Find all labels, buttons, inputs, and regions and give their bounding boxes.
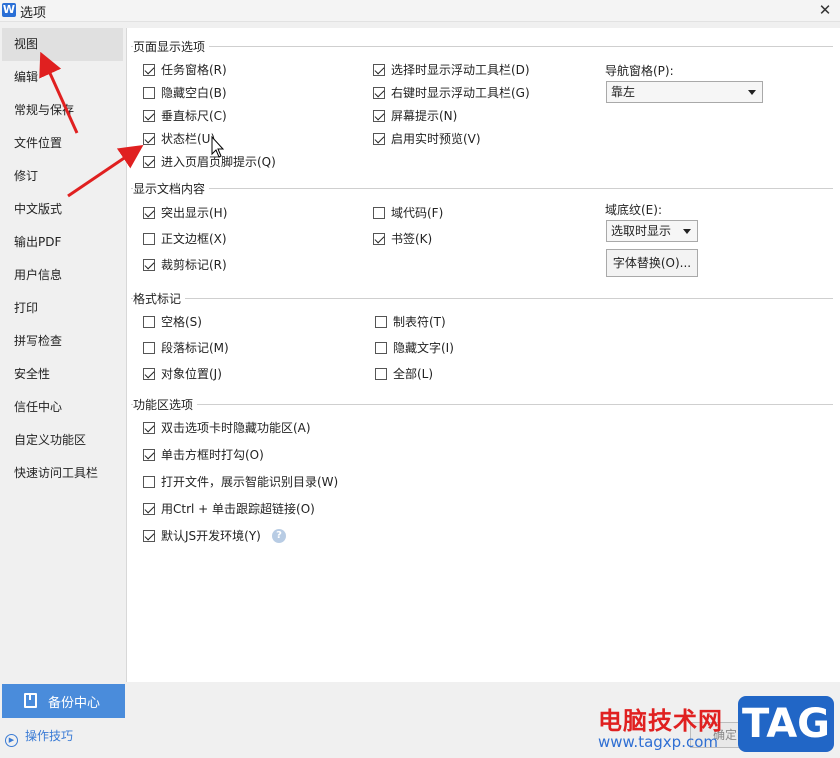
checkbox-label: 屏幕提示(N) bbox=[391, 109, 458, 123]
checkbox-label: 书签(K) bbox=[391, 232, 433, 246]
checkbox-label: 用Ctrl + 单击跟踪超链接(O) bbox=[161, 502, 315, 516]
checkbox-label: 正文边框(X) bbox=[161, 232, 227, 246]
checkbox-label: 选择时显示浮动工具栏(D) bbox=[391, 63, 530, 77]
checkbox-unchecked[interactable] bbox=[143, 233, 155, 245]
checkbox-unchecked[interactable] bbox=[373, 207, 385, 219]
checkbox-label: 裁剪标记(R) bbox=[161, 258, 227, 272]
checkbox-checked[interactable] bbox=[143, 64, 155, 76]
checkbox-checked[interactable] bbox=[143, 530, 155, 542]
checkbox-checked[interactable] bbox=[373, 87, 385, 99]
checkbox-label: 单击方框时打勾(O) bbox=[161, 448, 264, 462]
sidebar-item[interactable]: 拼写检查 bbox=[2, 325, 123, 358]
checkbox-checked[interactable] bbox=[143, 422, 155, 434]
section-divider bbox=[131, 46, 833, 47]
checkbox-unchecked[interactable] bbox=[143, 316, 155, 328]
wps-writer-icon: W bbox=[2, 3, 16, 17]
checkbox-label: 对象位置(J) bbox=[161, 367, 222, 381]
checkbox-checked[interactable] bbox=[143, 110, 155, 122]
checkbox-label: 双击选项卡时隐藏功能区(A) bbox=[161, 421, 311, 435]
field-shading-value: 选取时显示 bbox=[611, 224, 672, 238]
checkbox-label: 全部(L) bbox=[393, 367, 434, 381]
sidebar-item[interactable]: 打印 bbox=[2, 292, 123, 325]
checkbox-checked[interactable] bbox=[143, 156, 155, 168]
section-title-ribbon: 功能区选项 bbox=[133, 396, 198, 413]
sidebar-item[interactable]: 自定义功能区 bbox=[2, 424, 123, 457]
title-bar: W 选项 ✕ bbox=[0, 0, 840, 22]
nav-pane-label: 导航窗格(P): bbox=[605, 64, 674, 78]
watermark-url: www.tagxp.com bbox=[598, 733, 718, 751]
checkbox-checked[interactable] bbox=[143, 449, 155, 461]
section-divider bbox=[131, 404, 833, 405]
checkbox-label: 任务窗格(R) bbox=[161, 63, 227, 77]
checkbox-label: 打开文件，展示智能识别目录(W) bbox=[161, 475, 339, 489]
checkbox-checked[interactable] bbox=[143, 133, 155, 145]
checkbox-label: 域代码(F) bbox=[391, 206, 444, 220]
checkbox-unchecked[interactable] bbox=[375, 342, 387, 354]
section-divider bbox=[131, 298, 833, 299]
field-shading-select[interactable]: 选取时显示 bbox=[606, 220, 698, 242]
play-icon: ▶ bbox=[5, 734, 18, 747]
checkbox-checked[interactable] bbox=[373, 110, 385, 122]
checkbox-label: 垂直标尺(C) bbox=[161, 109, 227, 123]
help-icon[interactable]: ? bbox=[272, 529, 286, 543]
checkbox-label: 默认JS开发环境(Y) bbox=[161, 529, 261, 543]
tips-label: 操作技巧 bbox=[25, 729, 74, 743]
checkbox-unchecked[interactable] bbox=[375, 316, 387, 328]
backup-center-button[interactable]: 备份中心 bbox=[2, 684, 125, 718]
checkbox-label: 突出显示(H) bbox=[161, 206, 228, 220]
sidebar-item[interactable]: 文件位置 bbox=[2, 127, 123, 160]
sidebar-item[interactable]: 快速访问工具栏 bbox=[2, 457, 123, 490]
checkbox-unchecked[interactable] bbox=[143, 342, 155, 354]
checkbox-label: 启用实时预览(V) bbox=[391, 132, 481, 146]
chevron-down-icon bbox=[683, 229, 691, 234]
close-icon[interactable]: ✕ bbox=[816, 1, 834, 19]
checkbox-unchecked[interactable] bbox=[375, 368, 387, 380]
checkbox-checked[interactable] bbox=[143, 368, 155, 380]
chevron-down-icon bbox=[748, 90, 756, 95]
sidebar-item[interactable]: 中文版式 bbox=[2, 193, 123, 226]
sidebar-item[interactable]: 安全性 bbox=[2, 358, 123, 391]
sidebar-item[interactable]: 编辑 bbox=[2, 61, 123, 94]
window-title: 选项 bbox=[20, 6, 47, 21]
options-panel: 页面显示选项 任务窗格(R) 隐藏空白(B) 垂直标尺(C) 状态栏(U) 进入页眉页脚… bbox=[126, 28, 840, 682]
section-title-page-display: 页面显示选项 bbox=[133, 38, 210, 55]
sidebar-item[interactable]: 信任中心 bbox=[2, 391, 123, 424]
nav-pane-value: 靠左 bbox=[611, 85, 636, 99]
watermark-tag-logo: TAG bbox=[738, 696, 834, 752]
sidebar-item[interactable]: 常规与保存 bbox=[2, 94, 123, 127]
checkbox-checked[interactable] bbox=[143, 259, 155, 271]
checkbox-label: 右键时显示浮动工具栏(G) bbox=[391, 86, 530, 100]
nav-pane-select[interactable]: 靠左 bbox=[606, 81, 763, 103]
watermark-site-name: 电脑技术网 bbox=[598, 707, 723, 735]
sidebar-item[interactable]: 修订 bbox=[2, 160, 123, 193]
section-divider bbox=[131, 188, 833, 189]
sidebar-item[interactable]: 用户信息 bbox=[2, 259, 123, 292]
checkbox-unchecked[interactable] bbox=[143, 87, 155, 99]
tips-link[interactable]: ▶ 操作技巧 bbox=[5, 727, 73, 747]
checkbox-label: 段落标记(M) bbox=[161, 341, 229, 355]
font-replace-button[interactable]: 字体替换(O)... bbox=[606, 249, 698, 277]
checkbox-label: 空格(S) bbox=[161, 315, 202, 329]
backup-center-label: 备份中心 bbox=[48, 696, 101, 711]
checkbox-label: 状态栏(U) bbox=[161, 132, 216, 146]
checkbox-checked[interactable] bbox=[373, 133, 385, 145]
checkbox-checked[interactable] bbox=[143, 503, 155, 515]
backup-icon bbox=[24, 693, 37, 708]
checkbox-checked[interactable] bbox=[373, 64, 385, 76]
sidebar-item[interactable]: 视图 bbox=[2, 28, 123, 61]
checkbox-label: 进入页眉页脚提示(Q) bbox=[161, 155, 276, 169]
checkbox-label: 隐藏文字(I) bbox=[393, 341, 454, 355]
section-title-doc-content: 显示文档内容 bbox=[133, 180, 210, 197]
checkbox-label: 隐藏空白(B) bbox=[161, 86, 227, 100]
checkbox-unchecked[interactable] bbox=[143, 476, 155, 488]
sidebar: 视图 编辑 常规与保存 文件位置 修订 中文版式 输出PDF 用户信息 打印 拼写检查 安全性 信任中… bbox=[2, 28, 125, 682]
checkbox-checked[interactable] bbox=[143, 207, 155, 219]
checkbox-label: 制表符(T) bbox=[393, 315, 446, 329]
sidebar-item[interactable]: 输出PDF bbox=[2, 226, 123, 259]
section-title-format-marks: 格式标记 bbox=[133, 290, 186, 307]
field-shading-label: 域底纹(E): bbox=[605, 203, 662, 217]
checkbox-checked[interactable] bbox=[373, 233, 385, 245]
